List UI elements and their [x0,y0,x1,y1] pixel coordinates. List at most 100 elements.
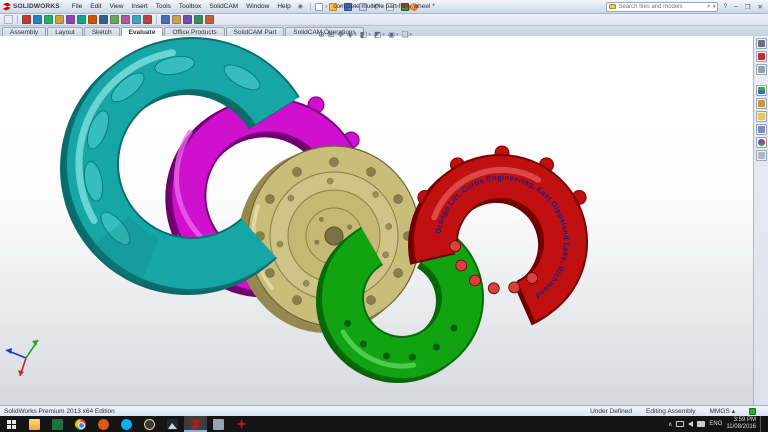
menu-solidcam[interactable]: SolidCAM [205,2,242,11]
search-input[interactable] [618,4,705,10]
menu-view[interactable]: View [105,2,127,11]
menu-tools[interactable]: Tools [152,2,175,11]
assembly-model: Orange Lift, Curtis Engineering, East Gi… [0,36,752,405]
tab-evaluate[interactable]: Evaluate [121,27,164,36]
keyboard-icon[interactable] [697,421,705,427]
display-style-icon[interactable]: ◧▾ [360,30,371,39]
search-dropdown-icon[interactable]: ▾ [713,4,716,10]
draft-analysis-icon[interactable] [143,15,152,24]
appearances-icon[interactable] [756,137,767,148]
solidworks-resources-icon[interactable] [756,85,767,96]
title-bar: SOLIDWORKS File Edit View Insert Tools T… [0,0,768,14]
user-gray-icon[interactable] [756,64,767,75]
word-taskbar-icon[interactable] [207,416,230,432]
toolbar-separator [156,15,157,24]
zoom-to-area-icon[interactable]: ⊞ [328,30,335,39]
pinwheel-app-taskbar-icon[interactable] [230,416,253,432]
costing-icon[interactable] [194,15,203,24]
language-indicator[interactable]: ENG [709,421,722,427]
sensor-icon[interactable] [88,15,97,24]
show-desktop-button[interactable] [760,416,764,432]
dropdown-arrow: ▾ [325,4,328,10]
tab-sketch[interactable]: Sketch [84,27,120,36]
sustainability-icon[interactable] [205,15,214,24]
menu-file[interactable]: File [68,2,86,11]
clock-time: 3:59 PM [726,417,756,424]
status-bar: SolidWorks Premium 2013 x64 Edition Unde… [0,405,768,416]
edit-appearance-hud-icon[interactable]: ◉▾ [388,30,399,39]
solidworks-logo-text: SOLIDWORKS [13,3,60,10]
user-red-icon[interactable] [756,51,767,62]
taskbar-clock[interactable]: 3:59 PM 11/08/2016 [726,417,756,431]
photos-taskbar-icon[interactable] [161,416,184,432]
skype-taskbar-icon[interactable] [115,416,138,432]
speaker-icon[interactable] [688,421,693,427]
assembly-visualization-icon[interactable] [99,15,108,24]
hole-alignment-icon[interactable] [44,15,53,24]
tab-assembly[interactable]: Assembly [2,27,46,36]
file-explorer-icon[interactable] [756,111,767,122]
titlebar-right: ⌕ ▾ ? – ❐ ✕ [606,2,765,12]
units-selector[interactable]: MMGS▴ [710,407,736,415]
select-tool-icon[interactable] [4,15,13,24]
flow-simulation-icon[interactable] [183,15,192,24]
menu-pin-icon[interactable]: ◉ [298,3,303,10]
task-pane [753,36,768,405]
editing-mode-label: Editing Assembly [646,408,696,415]
menu-help[interactable]: Help [273,2,294,11]
start-button[interactable] [0,416,23,432]
new-document-icon[interactable] [315,3,323,11]
hide-show-items-icon[interactable]: ◩▾ [374,30,385,39]
search-scope-folder-icon[interactable] [609,4,616,9]
measure-tool-icon[interactable] [55,15,64,24]
menu-insert[interactable]: Insert [127,2,151,11]
file-explorer-taskbar-icon[interactable] [23,416,46,432]
clearance-verification-icon[interactable] [33,15,42,24]
outlook-taskbar-icon[interactable] [92,416,115,432]
interference-detection-icon[interactable] [22,15,31,24]
restore-button[interactable]: ❐ [743,3,753,11]
product-edition-label: SolidWorks Premium 2013 x64 Edition [4,408,115,415]
curvature-icon[interactable] [121,15,130,24]
tab-solidcam-part[interactable]: SolidCAM Part [226,27,285,36]
norton-taskbar-icon[interactable] [138,416,161,432]
camera-icon[interactable] [756,38,767,49]
menu-bar: File Edit View Insert Tools Toolbox Soli… [68,2,295,11]
performance-evaluation-icon[interactable] [110,15,119,24]
view-orientation-icon[interactable]: ◈▾ [347,30,357,39]
section-properties-icon[interactable] [77,15,86,24]
close-button[interactable]: ✕ [756,3,765,11]
units-dropdown-icon: ▴ [732,407,735,415]
tab-layout[interactable]: Layout [47,27,83,36]
zoom-to-fit-icon[interactable]: ⊕ [318,30,325,39]
tray-chevron-icon[interactable]: ∧ [668,421,672,428]
design-library-icon[interactable] [756,98,767,109]
search-icon[interactable]: ⌕ [707,3,711,11]
graphics-area[interactable]: ⊕ ⊞ ✥ ◈▾ ◧▾ ◩▾ ◉▾ ❏▾ [0,36,768,405]
pan-icon[interactable]: ✥ [337,30,344,39]
view-palette-icon[interactable] [756,124,767,135]
apply-scene-icon[interactable]: ❏▾ [401,30,412,39]
motion-study-icon[interactable] [172,15,181,24]
help-button[interactable]: ? [721,3,729,10]
search-box[interactable]: ⌕ ▾ [606,2,718,12]
toolbar-separator [17,15,18,24]
tab-office-products[interactable]: Office Products [164,27,224,36]
menu-toolbox[interactable]: Toolbox [175,2,205,11]
chrome-taskbar-icon[interactable] [69,416,92,432]
system-tray: ∧ ENG 3:59 PM 11/08/2016 [668,416,768,432]
quick-tips-icon[interactable] [749,408,756,415]
simulation-icon[interactable] [161,15,170,24]
menu-edit[interactable]: Edit [86,2,105,11]
minimize-button[interactable]: – [732,3,740,10]
mass-properties-icon[interactable] [66,15,75,24]
solidworks-taskbar-icon[interactable] [184,416,207,432]
clock-date: 11/08/2016 [726,424,756,431]
custom-properties-icon[interactable] [756,150,767,161]
excel-taskbar-icon[interactable] [46,416,69,432]
zebra-stripes-icon[interactable] [132,15,141,24]
document-title: complete multiple part ferry wheel * [333,3,435,10]
menu-window[interactable]: Window [242,2,273,11]
network-icon[interactable] [676,421,684,427]
constraint-state-label: Under Defined [590,408,632,415]
